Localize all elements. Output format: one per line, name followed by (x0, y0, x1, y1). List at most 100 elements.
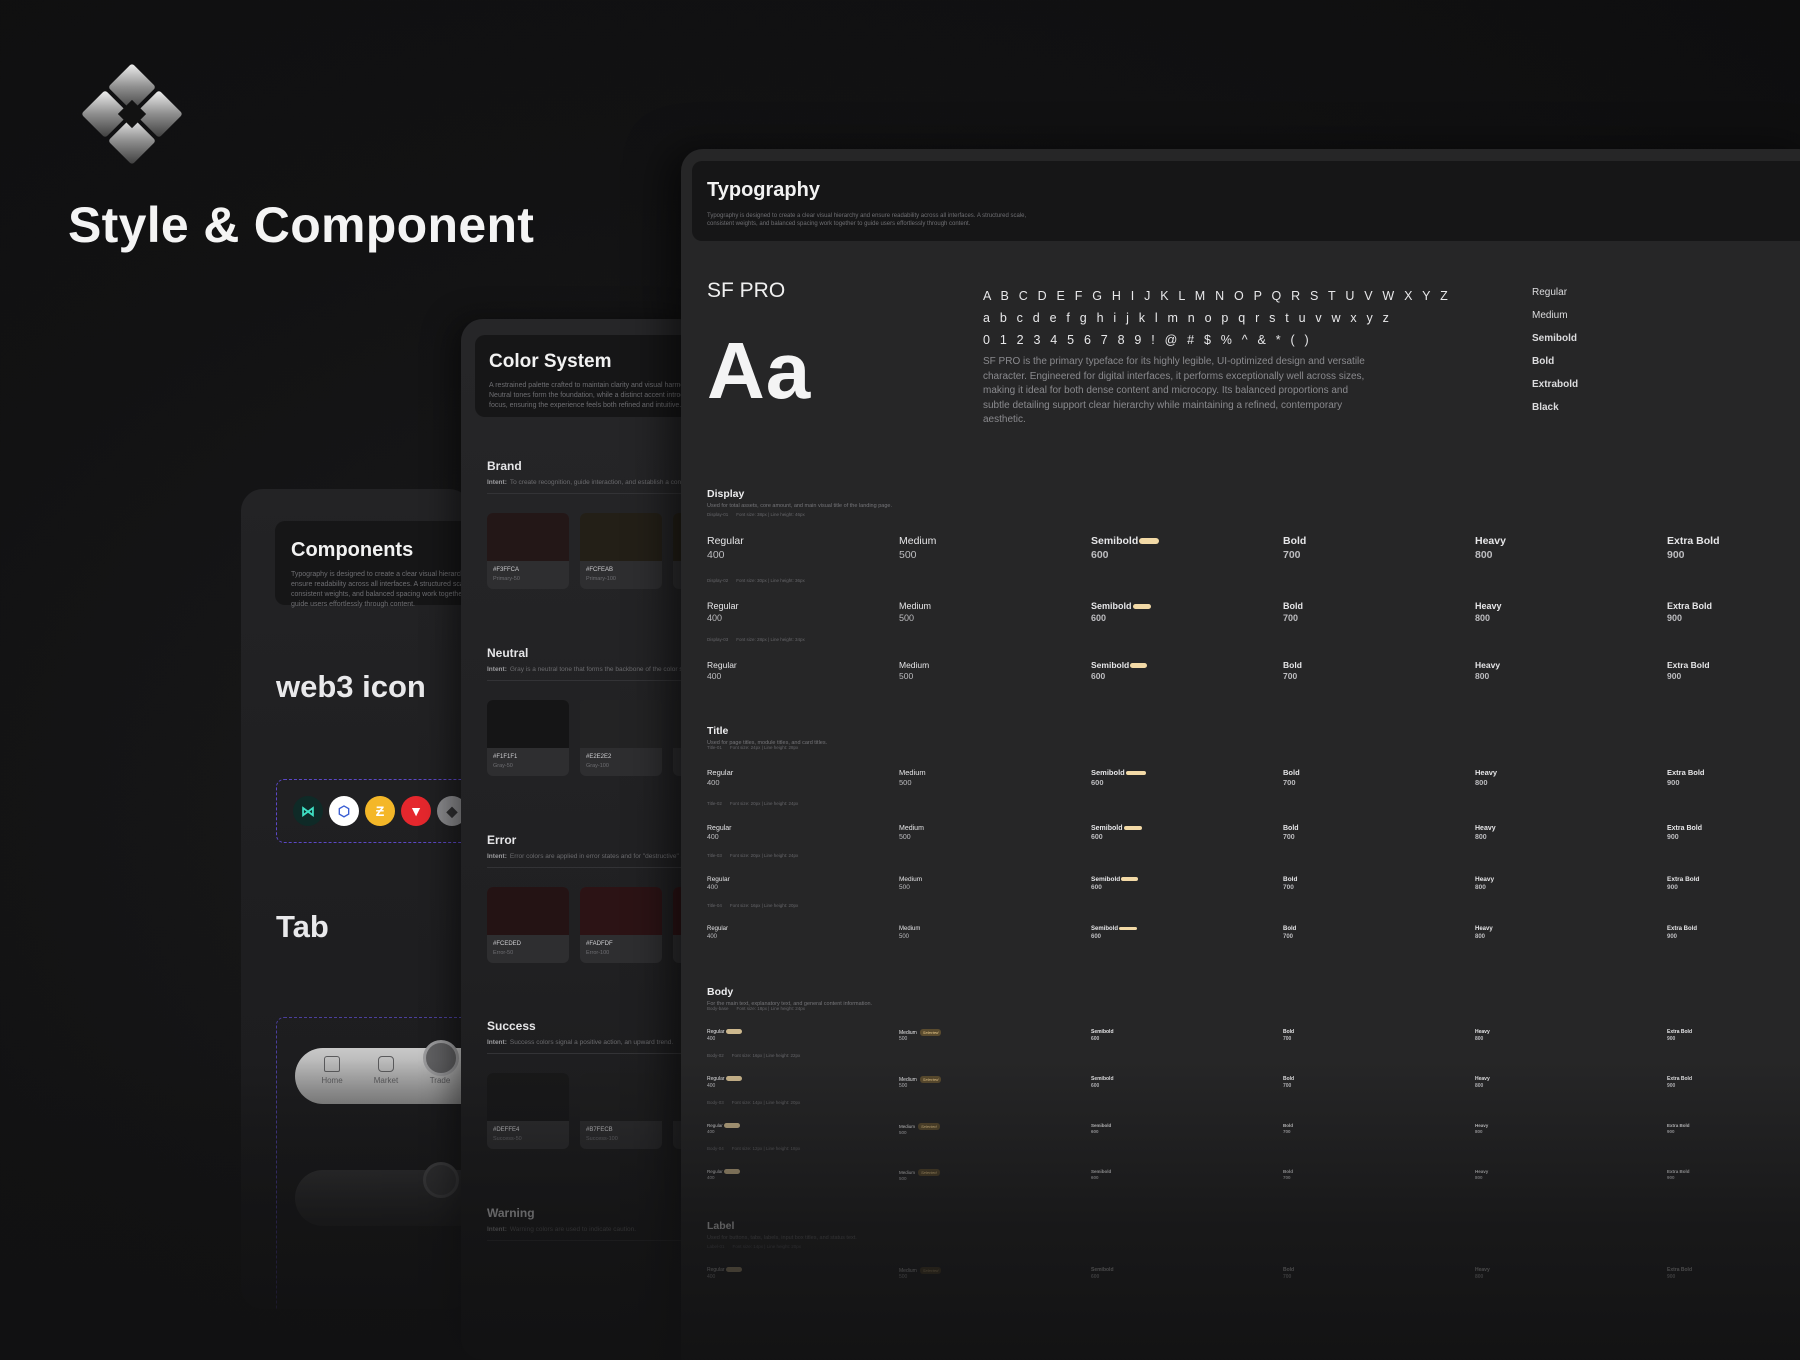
weight-number: 600 (1091, 777, 1104, 787)
intent-label: Intent: (487, 666, 507, 673)
highlight-marker (723, 1169, 740, 1175)
type-weight-sample: Regular 400 (707, 1169, 740, 1181)
weight-number: 700 (1283, 777, 1296, 787)
color-swatch[interactable]: #F1F1F1 Gray-50 (487, 700, 569, 776)
weight-number: 500 (899, 1274, 908, 1281)
weight-number: 900 (1667, 1174, 1675, 1180)
font-weight-list: Regular Medium Semibold Bold Extrabold Black (1532, 287, 1578, 425)
web3-icon-heading: web3 icon (276, 669, 426, 704)
weight-name: Extra Bold (1667, 926, 1698, 932)
color-system-panel: Color System A restrained palette crafte… (461, 319, 701, 1360)
color-swatch[interactable]: #FADFDF Error-100 (580, 887, 662, 963)
type-level-label: Label-01 (707, 1244, 725, 1249)
highlight-marker (723, 1123, 740, 1129)
type-level-label: Body-base (707, 1006, 729, 1011)
weight-number: 900 (1667, 1082, 1676, 1089)
typography-description: Typography is designed to create a clear… (707, 213, 1027, 227)
weight-number: 700 (1283, 834, 1295, 842)
weight-name: Bold (1283, 601, 1303, 611)
highlight-marker (725, 1267, 742, 1273)
weight-name: Bold (1283, 535, 1307, 547)
type-weight-sample: Medium Selected 500 (899, 1076, 942, 1090)
intent-text: Success colors signal a positive action,… (509, 1039, 674, 1046)
weight-name: Bold (1283, 825, 1299, 832)
type-level-label: Title-02 (707, 801, 722, 806)
color-swatch[interactable]: #FCEDED Error-50 (487, 887, 569, 963)
type-weight-sample: Bold 700 (1283, 535, 1306, 562)
type-weight-sample: Medium Selected 500 (899, 1029, 942, 1043)
tab-home[interactable]: Home (309, 1056, 355, 1085)
type-weight-sample: Bold 700 (1283, 768, 1300, 788)
color-swatch[interactable]: #FCFEAB Primary-100 (580, 513, 662, 589)
trade-icon[interactable] (423, 1040, 459, 1076)
weight-number: 700 (1283, 884, 1294, 892)
type-level-spec: Label-01 Font size: 14px | Line height: 2… (707, 1244, 801, 1249)
type-section-title: Title (707, 725, 729, 737)
color-swatch[interactable]: #B7FECB Success-100 (580, 1073, 662, 1149)
components-title: Components (291, 539, 414, 561)
type-level-spec: Title-01 Font size: 24px | Line height: 2… (707, 745, 798, 750)
type-level-metrics: Font size: 16px | Line height: 20px (729, 903, 799, 908)
color-swatch[interactable]: #F3FFCA Primary-50 (487, 513, 569, 589)
weight-number: 400 (707, 933, 718, 940)
weight-number: 500 (899, 834, 911, 842)
type-weight-sample: Bold 700 (1283, 660, 1302, 682)
tab-bar-dark (295, 1162, 471, 1226)
type-weight-sample: Semibold 600 (1091, 1169, 1111, 1181)
type-weight-sample: Semibold 600 (1091, 768, 1146, 788)
type-weight-sample: Regular 400 (707, 1076, 742, 1089)
weight-name: Heavy (1475, 1123, 1489, 1128)
weight-name: Bold (1283, 1029, 1295, 1035)
weight-number: 600 (1091, 1174, 1099, 1180)
weight-name: Regular (707, 1029, 725, 1035)
color-swatch[interactable]: #E2E2E2 Gray-100 (580, 700, 662, 776)
weight-number: 700 (1283, 548, 1301, 561)
weight-number: 500 (899, 1130, 907, 1136)
home-icon (324, 1056, 340, 1072)
font-description: SF PRO is the primary typeface for its h… (983, 356, 1365, 425)
weight-list-item: Medium (1532, 310, 1568, 321)
type-weight-sample: Extra Bold 900 (1667, 1123, 1690, 1135)
type-weight-sample: Extra Bold 900 (1667, 926, 1697, 942)
weight-number: 700 (1283, 1035, 1292, 1042)
type-weight-sample: Extra Bold 900 (1667, 660, 1710, 682)
type-weight-sample: Heavy 800 (1475, 660, 1500, 682)
intent-text: To create recognition, guide interaction… (509, 479, 701, 486)
color-swatch[interactable]: #DEFFE4 Success-50 (487, 1073, 569, 1149)
weight-name: Heavy (1475, 926, 1493, 932)
weight-number: 500 (899, 933, 910, 940)
type-level-spec: Body-04 Font size: 12px | Line height: 18… (707, 1146, 800, 1151)
type-weight-sample: Heavy 800 (1475, 1169, 1488, 1181)
weight-name: Heavy (1475, 601, 1502, 611)
type-weight-sample: Semibold 600 (1091, 535, 1160, 562)
tab-trade[interactable]: Trade (417, 1076, 463, 1085)
weight-number: 800 (1475, 612, 1491, 623)
type-section-subtitle: Used for buttons, tabs, labels, input bo… (707, 1235, 857, 1241)
type-weight-sample: Heavy 800 (1475, 926, 1493, 942)
weight-name: Medium (899, 660, 930, 670)
divider (487, 867, 701, 868)
weight-list-item: Semibold (1532, 333, 1578, 344)
color-group-title: Success (487, 1019, 536, 1033)
weight-number: 800 (1475, 1273, 1484, 1280)
type-level-spec: Body-02 Font size: 16px | Line height: 22… (707, 1053, 800, 1058)
weight-number: 400 (707, 671, 722, 682)
selected-badge: Selected (918, 1169, 940, 1177)
tab-trade-label: Trade (429, 1076, 451, 1085)
type-weight-sample: Regular 400 (707, 601, 739, 624)
swatch-token: Primary-100 (586, 576, 616, 582)
weight-number: 600 (1091, 671, 1106, 682)
type-level-label: Title-03 (707, 853, 722, 858)
weight-list-item: Extrabold (1532, 379, 1579, 390)
swatch-color (580, 700, 662, 748)
web3-icon-set: ⋈ ⬡ Ƶ ▼ ◆ (276, 779, 471, 843)
weight-name: Medium (899, 876, 923, 883)
trade-icon[interactable] (423, 1162, 459, 1198)
weight-name: Heavy (1475, 1267, 1490, 1273)
tab-market[interactable]: Market (363, 1056, 409, 1085)
weight-name: Semibold (1091, 1169, 1112, 1174)
weight-name: Bold (1283, 768, 1300, 777)
type-level-label: Body-02 (707, 1053, 724, 1058)
lowercase-glyphs: a b c d e f g h i j k l m n o p q r s t … (983, 311, 1393, 325)
swatch-color (580, 513, 662, 561)
